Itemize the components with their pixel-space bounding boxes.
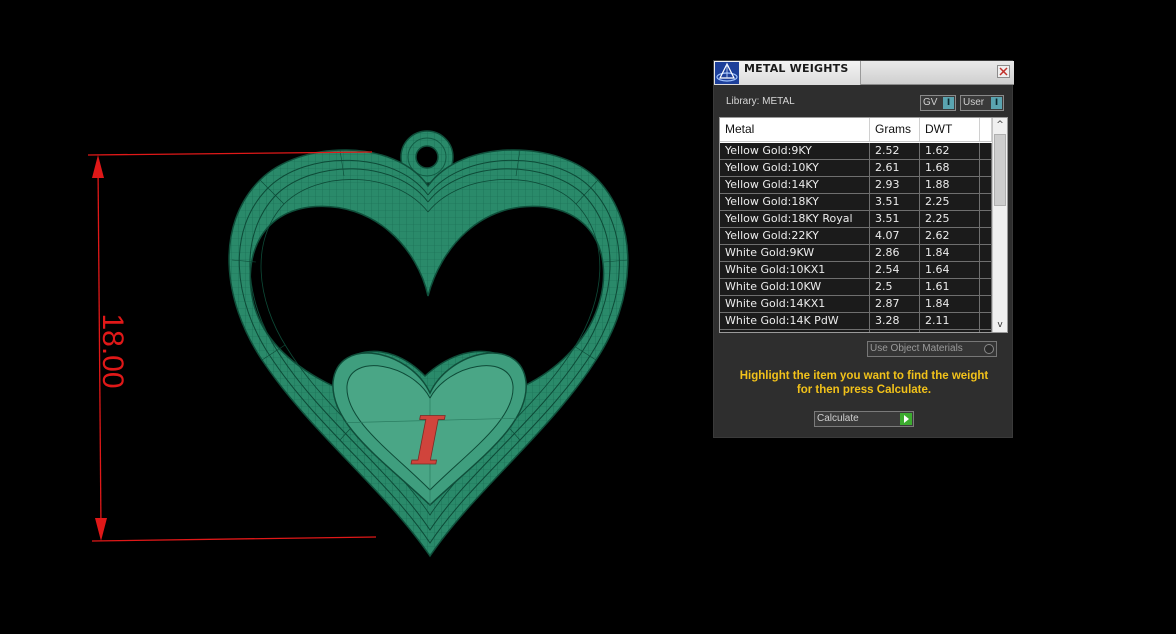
- cell-grams: 4.07: [870, 228, 920, 244]
- use-object-materials-label: Use Object Materials: [870, 343, 963, 354]
- library-label: Library: METAL: [726, 96, 795, 107]
- panel-titlebar[interactable]: METAL WEIGHTS: [714, 61, 1014, 85]
- use-object-materials-option[interactable]: Use Object Materials: [867, 341, 997, 357]
- cell-grams: 2.74: [870, 330, 920, 332]
- cell-dwt: 1.84: [920, 296, 980, 312]
- dimension-annotation: [87, 151, 377, 542]
- cell-dwt: 1.84: [920, 245, 980, 261]
- cell-grams: 2.87: [870, 296, 920, 312]
- cell-metal: White Gold:14KW: [720, 330, 870, 332]
- cell-grams: 3.51: [870, 211, 920, 227]
- table-header: Metal Grams DWT: [720, 118, 992, 142]
- user-toggle-knob: I: [991, 97, 1002, 109]
- calculate-label: Calculate: [817, 413, 859, 424]
- cell-grams: 2.86: [870, 245, 920, 261]
- cell-metal: White Gold:14K PdW: [720, 313, 870, 329]
- cell-spacer: [980, 245, 992, 261]
- cell-spacer: [980, 160, 992, 176]
- play-arrow-icon[interactable]: [900, 413, 912, 425]
- cell-grams: 3.28: [870, 313, 920, 329]
- cell-dwt: 1.76: [920, 330, 980, 332]
- scroll-thumb[interactable]: [994, 134, 1006, 206]
- cell-spacer: [980, 194, 992, 210]
- cell-spacer: [980, 177, 992, 193]
- gv-toggle-label: GV: [923, 97, 938, 108]
- table-row[interactable]: Yellow Gold:22KY 4.07 2.62: [720, 228, 992, 245]
- column-header-grams[interactable]: Grams: [870, 118, 920, 141]
- cell-spacer: [980, 228, 992, 244]
- engraving-letter: I: [411, 402, 446, 480]
- cell-dwt: 1.68: [920, 160, 980, 176]
- table-row[interactable]: Yellow Gold:18KY 3.51 2.25: [720, 194, 992, 211]
- table-row[interactable]: Yellow Gold:14KY 2.93 1.88: [720, 177, 992, 194]
- cell-dwt: 2.11: [920, 313, 980, 329]
- cell-grams: 2.52: [870, 143, 920, 159]
- table-row[interactable]: Yellow Gold:10KY 2.61 1.68: [720, 160, 992, 177]
- table-row[interactable]: White Gold:14KW2.741.76: [720, 330, 992, 332]
- cell-spacer: [980, 143, 992, 159]
- cell-dwt: 2.25: [920, 194, 980, 210]
- dimension-label: 18.00: [96, 313, 129, 388]
- calculate-button[interactable]: Calculate: [814, 411, 914, 427]
- table-row[interactable]: White Gold:14KX1 2.87 1.84: [720, 296, 992, 313]
- table-row[interactable]: White Gold:9KW 2.86 1.84: [720, 245, 992, 262]
- cell-dwt: 1.62: [920, 143, 980, 159]
- radio-icon[interactable]: [984, 344, 994, 354]
- close-icon: [999, 67, 1008, 76]
- table-row[interactable]: White Gold:14K PdW 3.28 2.11: [720, 313, 992, 330]
- table-scrollbar[interactable]: ^ v: [992, 118, 1007, 332]
- cell-spacer: [980, 296, 992, 312]
- cell-metal: Yellow Gold:18KY Royal: [720, 211, 870, 227]
- column-header-spacer: [980, 118, 992, 141]
- gv-toggle[interactable]: GV I: [920, 95, 956, 111]
- scroll-up-icon[interactable]: ^: [993, 118, 1007, 132]
- cell-dwt: 1.64: [920, 262, 980, 278]
- table-row[interactable]: White Gold:10KX1 2.54 1.64: [720, 262, 992, 279]
- metal-weights-panel: METAL WEIGHTS Library: METAL GV I User I…: [713, 60, 1014, 438]
- cell-grams: 2.61: [870, 160, 920, 176]
- cell-dwt: 1.61: [920, 279, 980, 295]
- cell-metal: White Gold:10KW: [720, 279, 870, 295]
- cell-dwt: 2.62: [920, 228, 980, 244]
- cell-metal: Yellow Gold:14KY: [720, 177, 870, 193]
- cell-grams: 2.93: [870, 177, 920, 193]
- cell-grams: 3.51: [870, 194, 920, 210]
- user-toggle[interactable]: User I: [960, 95, 1004, 111]
- scroll-down-icon[interactable]: v: [993, 318, 1007, 332]
- cell-grams: 2.54: [870, 262, 920, 278]
- instruction-line-1: Highlight the item you want to find the …: [739, 370, 989, 382]
- column-header-dwt[interactable]: DWT: [920, 118, 980, 141]
- table-row[interactable]: Yellow Gold:9KY 2.52 1.62: [720, 143, 992, 160]
- panel-title-tab[interactable]: METAL WEIGHTS: [714, 61, 861, 85]
- cell-spacer: [980, 211, 992, 227]
- table-body: Yellow Gold:9KY 2.52 1.62 Yellow Gold:10KY 2…: [720, 143, 992, 332]
- metal-table: Metal Grams DWT Yellow Gold:9KY 2.52 1.62 Y…: [719, 117, 1008, 333]
- table-row[interactable]: Yellow Gold:18KY Royal 3.51 2.25: [720, 211, 992, 228]
- panel-title: METAL WEIGHTS: [744, 62, 849, 75]
- gv-toggle-knob: I: [943, 97, 954, 109]
- cell-metal: Yellow Gold:10KY: [720, 160, 870, 176]
- column-header-metal[interactable]: Metal: [720, 118, 870, 141]
- table-row[interactable]: White Gold:10KW 2.5 1.61: [720, 279, 992, 296]
- cell-metal: White Gold:10KX1: [720, 262, 870, 278]
- cell-spacer: [980, 330, 992, 332]
- cell-grams: 2.5: [870, 279, 920, 295]
- cell-metal: Yellow Gold:18KY: [720, 194, 870, 210]
- cell-metal: White Gold:9KW: [720, 245, 870, 261]
- instruction-line-2: for then press Calculate.: [796, 384, 932, 396]
- app-logo-icon: [715, 62, 739, 84]
- cell-dwt: 1.88: [920, 177, 980, 193]
- cell-metal: Yellow Gold:22KY: [720, 228, 870, 244]
- instruction-text: Highlight the item you want to find the …: [724, 369, 1004, 397]
- cell-spacer: [980, 262, 992, 278]
- cell-spacer: [980, 313, 992, 329]
- cell-spacer: [980, 279, 992, 295]
- cell-metal: Yellow Gold:9KY: [720, 143, 870, 159]
- user-toggle-label: User: [963, 97, 985, 108]
- close-button[interactable]: [997, 65, 1010, 78]
- cell-metal: White Gold:14KX1: [720, 296, 870, 312]
- cell-dwt: 2.25: [920, 211, 980, 227]
